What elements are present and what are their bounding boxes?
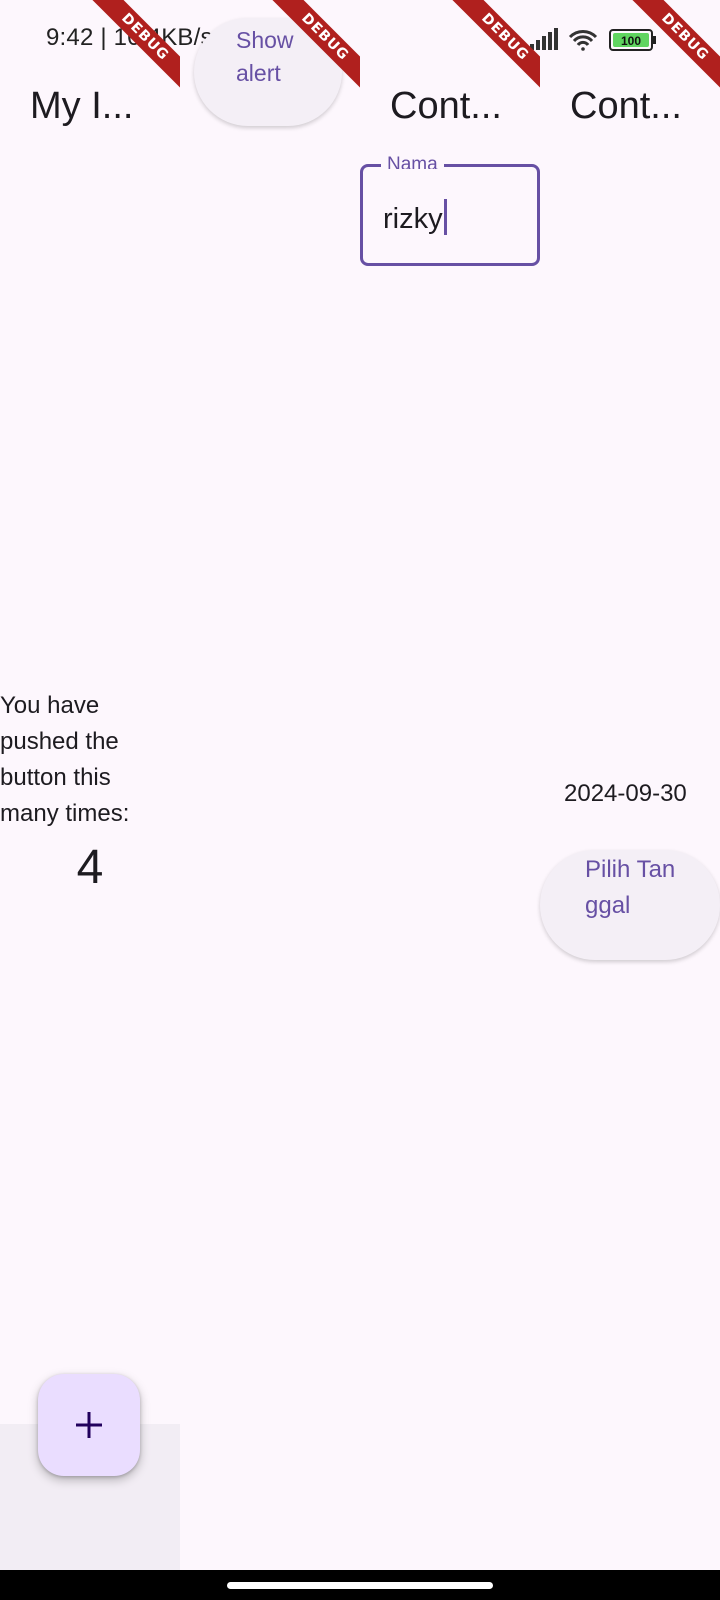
app-screen: My I... You have pushed the button this … — [0, 0, 720, 1600]
counter-value: 4 — [76, 841, 104, 894]
status-right-icons: 100 — [530, 28, 656, 51]
page-title-form: Cont... — [390, 85, 502, 127]
system-navigation-bar — [0, 1570, 720, 1600]
name-field-label: Nama — [381, 151, 444, 169]
pick-date-button[interactable]: Pilih Tanggal — [540, 850, 720, 960]
name-field-value: rizky — [383, 203, 443, 235]
status-time-speed: 9:42 | 10.4KB/s — [46, 24, 213, 51]
debug-banner: DEBUG — [444, 0, 540, 98]
increment-fab-button[interactable] — [38, 1374, 140, 1476]
home-page-column: My I... You have pushed the button this … — [0, 0, 180, 1600]
plus-icon — [76, 1412, 102, 1438]
show-alert-button[interactable]: Show alert — [194, 18, 342, 126]
text-cursor — [443, 199, 447, 235]
battery-icon: 100 — [609, 29, 656, 51]
page-title-home: My I... — [30, 85, 134, 127]
signal-icon — [530, 28, 558, 50]
counter-label: You have pushed the button this many tim… — [0, 692, 130, 827]
wifi-icon — [568, 30, 598, 51]
home-indicator[interactable] — [227, 1582, 493, 1589]
name-input-field[interactable]: Nama rizky — [360, 151, 540, 266]
date-page-column: Cont... 2024-09-30 Pilih Tanggal DEBUG — [540, 0, 720, 1600]
selected-date: 2024-09-30 — [564, 780, 687, 807]
page-title-date: Cont... — [570, 85, 682, 127]
form-page-column: Cont... Nama rizky DEBUG — [360, 0, 540, 1600]
alert-page-column: Show alert DEBUG — [180, 0, 360, 1600]
battery-level: 100 — [621, 34, 641, 48]
